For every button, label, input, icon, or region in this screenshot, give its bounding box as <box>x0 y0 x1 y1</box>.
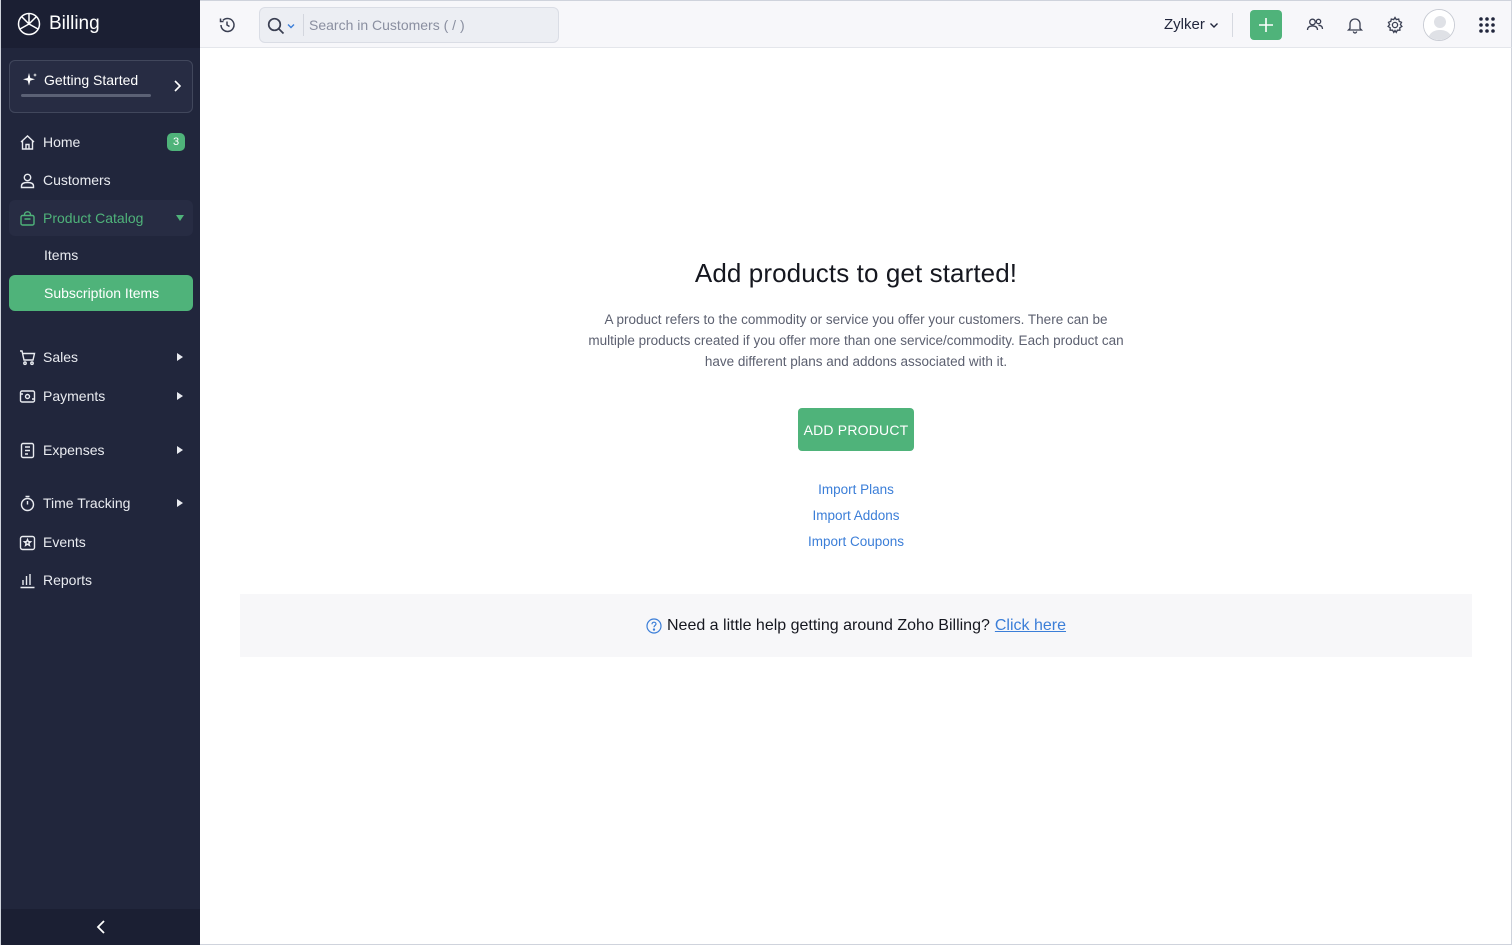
notifications-button[interactable] <box>1345 15 1365 35</box>
caret-down-icon <box>176 215 184 221</box>
sidebar-item-expenses[interactable]: Expenses <box>9 432 193 468</box>
chevron-left-icon <box>96 920 105 934</box>
caret-right-icon <box>177 392 183 400</box>
payment-icon <box>19 388 36 405</box>
sidebar-subitem-label: Items <box>44 247 79 263</box>
sidebar-item-label: Sales <box>43 349 79 365</box>
chevron-down-icon[interactable] <box>287 22 295 30</box>
topbar-divider <box>1232 13 1233 37</box>
sparkle-icon <box>23 73 37 86</box>
settings-button[interactable] <box>1385 15 1405 35</box>
import-links: Import Plans Import Addons Import Coupon… <box>200 477 1512 555</box>
getting-started-card[interactable]: Getting Started <box>9 60 193 113</box>
cart-icon <box>19 349 36 366</box>
user-avatar[interactable] <box>1423 9 1455 41</box>
sidebar-item-label: Events <box>43 534 86 550</box>
sidebar-item-label: Product Catalog <box>43 210 144 226</box>
empty-state-title: Add products to get started! <box>694 258 1018 288</box>
help-click-here-link[interactable]: Click here <box>995 617 1066 635</box>
sidebar-item-label: Reports <box>43 572 93 588</box>
sidebar-item-label: Time Tracking <box>43 495 131 511</box>
getting-started-progress <box>21 94 151 97</box>
app-name: Billing <box>49 13 100 34</box>
home-badge: 3 <box>167 133 185 151</box>
sidebar-item-reports[interactable]: Reports <box>9 562 193 598</box>
home-icon <box>19 134 36 151</box>
sidebar-item-home[interactable]: Home 3 <box>9 124 193 160</box>
search-divider <box>303 14 304 36</box>
plus-icon <box>1259 18 1273 32</box>
help-banner: Need a little help getting around Zoho B… <box>240 594 1472 657</box>
avatar-placeholder-icon <box>1424 10 1454 40</box>
sidebar-item-sales[interactable]: Sales <box>9 339 193 375</box>
collapse-sidebar-button[interactable] <box>1 909 200 945</box>
sidebar-item-label: Expenses <box>43 442 105 458</box>
app-launcher-icon[interactable] <box>1479 17 1495 33</box>
empty-state: Add products to get started! A product r… <box>200 258 1512 555</box>
main-content: Add products to get started! A product r… <box>200 48 1512 945</box>
bag-icon <box>19 210 36 227</box>
caret-right-icon <box>177 353 183 361</box>
sidebar-item-customers[interactable]: Customers <box>9 162 193 198</box>
top-bar: Zylker <box>200 0 1512 48</box>
sidebar-item-time-tracking[interactable]: Time Tracking <box>9 485 193 521</box>
chevron-right-icon <box>174 80 181 92</box>
gear-icon <box>1387 16 1403 34</box>
org-name: Zylker <box>1164 16 1205 33</box>
stopwatch-icon <box>19 495 36 512</box>
import-coupons-link[interactable]: Import Coupons <box>200 529 1512 555</box>
import-addons-link[interactable]: Import Addons <box>200 503 1512 529</box>
sidebar-subitem-label: Subscription Items <box>44 285 160 301</box>
sidebar-item-events[interactable]: Events <box>9 524 193 560</box>
search-bar[interactable] <box>259 7 559 43</box>
events-icon <box>19 534 36 551</box>
empty-state-description: A product refers to the commodity or ser… <box>588 312 1124 369</box>
import-plans-link[interactable]: Import Plans <box>200 477 1512 503</box>
organization-switcher[interactable]: Zylker <box>1164 16 1219 33</box>
billing-logo-icon <box>17 12 41 36</box>
caret-right-icon <box>177 499 183 507</box>
user-icon <box>19 172 36 189</box>
search-input[interactable] <box>309 15 549 35</box>
sidebar-subitem-items[interactable]: Items <box>9 237 193 273</box>
receipt-icon <box>19 442 36 459</box>
sidebar-item-product-catalog[interactable]: Product Catalog <box>9 200 193 236</box>
sidebar-item-label: Home <box>43 134 81 150</box>
brand[interactable]: Billing <box>1 0 200 48</box>
sidebar-item-label: Customers <box>43 172 111 188</box>
bell-icon <box>1346 18 1364 34</box>
chevron-down-icon <box>1209 22 1218 28</box>
search-icon[interactable] <box>267 17 285 35</box>
bar-chart-icon <box>19 572 36 589</box>
sidebar-subitem-subscription-items[interactable]: Subscription Items <box>9 275 193 311</box>
sidebar-item-label: Payments <box>43 388 106 404</box>
quick-create-button[interactable] <box>1250 10 1282 40</box>
help-icon <box>646 617 662 634</box>
sidebar-item-payments[interactable]: Payments <box>9 378 193 414</box>
users-button[interactable] <box>1305 15 1325 35</box>
users-icon <box>1306 18 1324 31</box>
caret-right-icon <box>177 446 183 454</box>
sidebar: Billing Getting Started Home 3 Customers… <box>0 0 200 945</box>
recent-history-icon[interactable] <box>218 16 236 34</box>
getting-started-label: Getting Started <box>44 72 139 88</box>
help-text: Need a little help getting around Zoho B… <box>666 616 990 634</box>
add-product-button[interactable]: ADD PRODUCT <box>798 408 914 451</box>
